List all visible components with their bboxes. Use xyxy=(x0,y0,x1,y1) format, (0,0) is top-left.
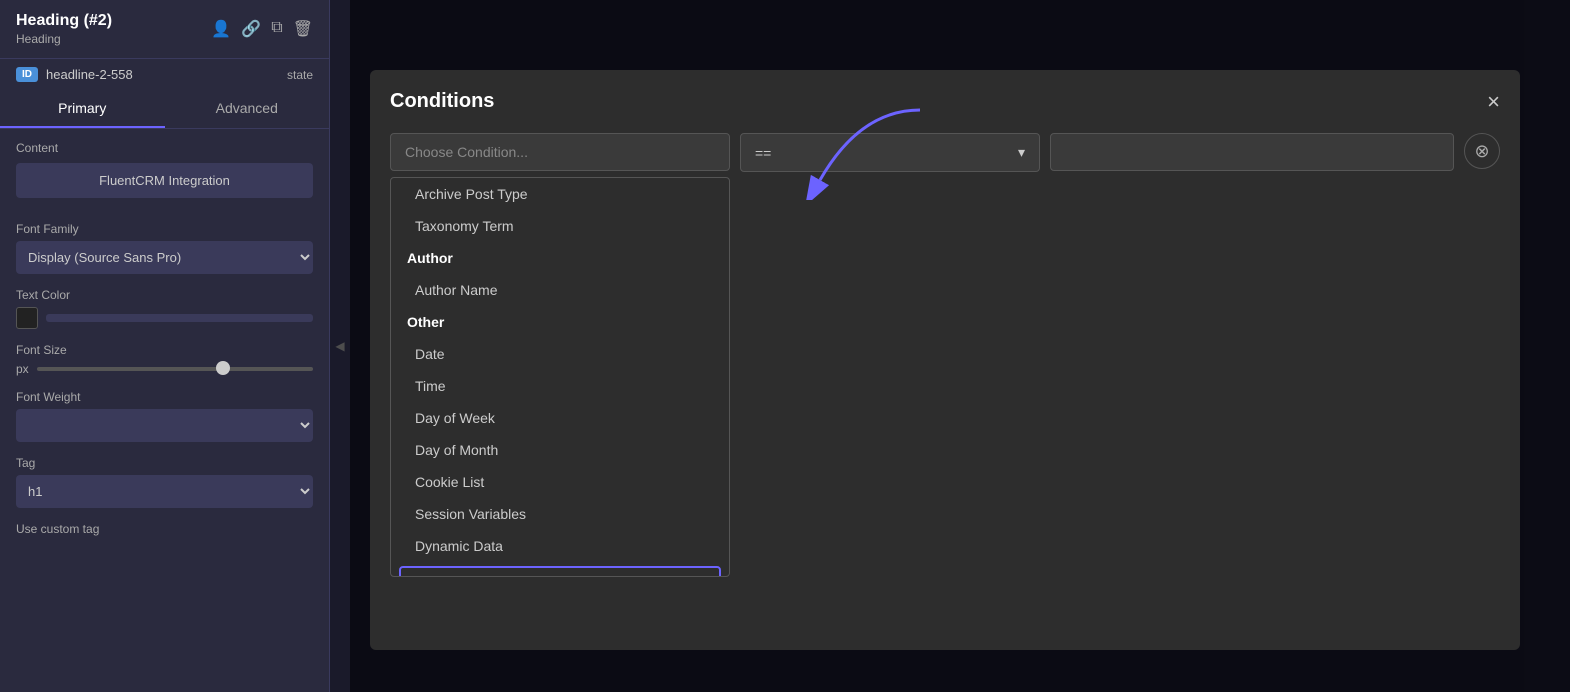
fluentcrm-group: FluentCRM FluentCRM - Contact Tag Fluent… xyxy=(399,566,721,577)
dropdown-item-author-name[interactable]: Author Name xyxy=(391,274,729,306)
id-value: headline-2-558 xyxy=(46,67,133,82)
font-size-slider[interactable] xyxy=(37,367,313,371)
dropdown-item-other-category: Other xyxy=(391,306,729,338)
dropdown-item-day-of-month[interactable]: Day of Month xyxy=(391,434,729,466)
person-icon[interactable]: 👤 xyxy=(211,19,231,39)
content-label: Content xyxy=(16,141,313,155)
modal-title: Conditions xyxy=(390,90,494,113)
slider-thumb[interactable] xyxy=(216,361,230,375)
condition-dropdown-trigger[interactable]: Choose Condition... xyxy=(390,133,730,171)
font-family-section: Font Family Display (Source Sans Pro) Te… xyxy=(0,210,329,548)
id-row: ID headline-2-558 state xyxy=(0,59,329,90)
font-family-label: Font Family xyxy=(16,222,313,236)
dropdown-item-cookie-list[interactable]: Cookie List xyxy=(391,466,729,498)
custom-tag-label: Use custom tag xyxy=(16,522,313,536)
sidebar-icon-group: 👤 🔗 ⧉ 🗑 xyxy=(211,19,313,39)
font-family-select[interactable]: Display (Source Sans Pro) xyxy=(16,241,313,274)
dropdown-item-fluentcrm-category: FluentCRM xyxy=(401,568,719,577)
fluent-crm-button[interactable]: FluentCRM Integration xyxy=(16,163,313,198)
dropdown-item-taxonomy-term[interactable]: Taxonomy Term xyxy=(391,210,729,242)
px-label: px xyxy=(16,362,29,376)
operator-select[interactable]: == ▾ xyxy=(740,133,1040,172)
tag-select[interactable]: h1 xyxy=(16,475,313,508)
delete-icon[interactable]: 🗑 xyxy=(293,19,313,39)
condition-dropdown-container: Choose Condition... Archive Post Type Ta… xyxy=(390,133,730,171)
sidebar: Heading (#2) Heading 👤 🔗 ⧉ 🗑 ID headline… xyxy=(0,0,330,692)
id-badge: ID xyxy=(16,67,38,82)
dropdown-item-session-variables[interactable]: Session Variables xyxy=(391,498,729,530)
sidebar-tabs: Primary Advanced xyxy=(0,90,329,129)
font-size-row: px xyxy=(16,362,313,376)
sidebar-subtitle: Heading xyxy=(16,32,112,46)
value-input[interactable] xyxy=(1050,133,1454,171)
content-section: Content FluentCRM Integration xyxy=(0,129,329,210)
tab-primary[interactable]: Primary xyxy=(0,90,165,128)
dropdown-item-date[interactable]: Date xyxy=(391,338,729,370)
dropdown-scroll-area[interactable]: Archive Post Type Taxonomy Term Author A… xyxy=(391,178,729,577)
font-size-label: Font Size xyxy=(16,343,313,357)
sidebar-header: Heading (#2) Heading 👤 🔗 ⧉ 🗑 xyxy=(0,0,329,59)
font-weight-label: Font Weight xyxy=(16,390,313,404)
link-icon[interactable]: 🔗 xyxy=(241,19,261,39)
state-label: state xyxy=(287,68,313,82)
font-weight-select[interactable] xyxy=(16,409,313,442)
conditions-modal: Conditions × Choose Condition... Archive… xyxy=(370,70,1520,650)
remove-condition-button[interactable]: ⊗ xyxy=(1464,133,1500,169)
text-color-label: Text Color xyxy=(16,288,313,302)
condition-dropdown-menu: Archive Post Type Taxonomy Term Author A… xyxy=(390,177,730,577)
modal-close-button[interactable]: × xyxy=(1487,91,1500,113)
tag-label: Tag xyxy=(16,456,313,470)
tab-advanced[interactable]: Advanced xyxy=(165,90,330,128)
modal-header: Conditions × xyxy=(390,90,1500,113)
dropdown-item-dynamic-data[interactable]: Dynamic Data xyxy=(391,530,729,562)
color-swatch[interactable] xyxy=(16,307,38,329)
dropdown-item-author-category: Author xyxy=(391,242,729,274)
condition-row: Choose Condition... Archive Post Type Ta… xyxy=(390,133,1500,172)
dropdown-item-archive-post-type[interactable]: Archive Post Type xyxy=(391,178,729,210)
text-color-row xyxy=(16,307,313,329)
dropdown-item-time[interactable]: Time xyxy=(391,370,729,402)
dropdown-item-day-of-week[interactable]: Day of Week xyxy=(391,402,729,434)
copy-icon[interactable]: ⧉ xyxy=(271,19,282,39)
operator-value: == xyxy=(755,145,771,161)
operator-chevron: ▾ xyxy=(1018,144,1025,161)
sidebar-title: Heading (#2) xyxy=(16,12,112,30)
